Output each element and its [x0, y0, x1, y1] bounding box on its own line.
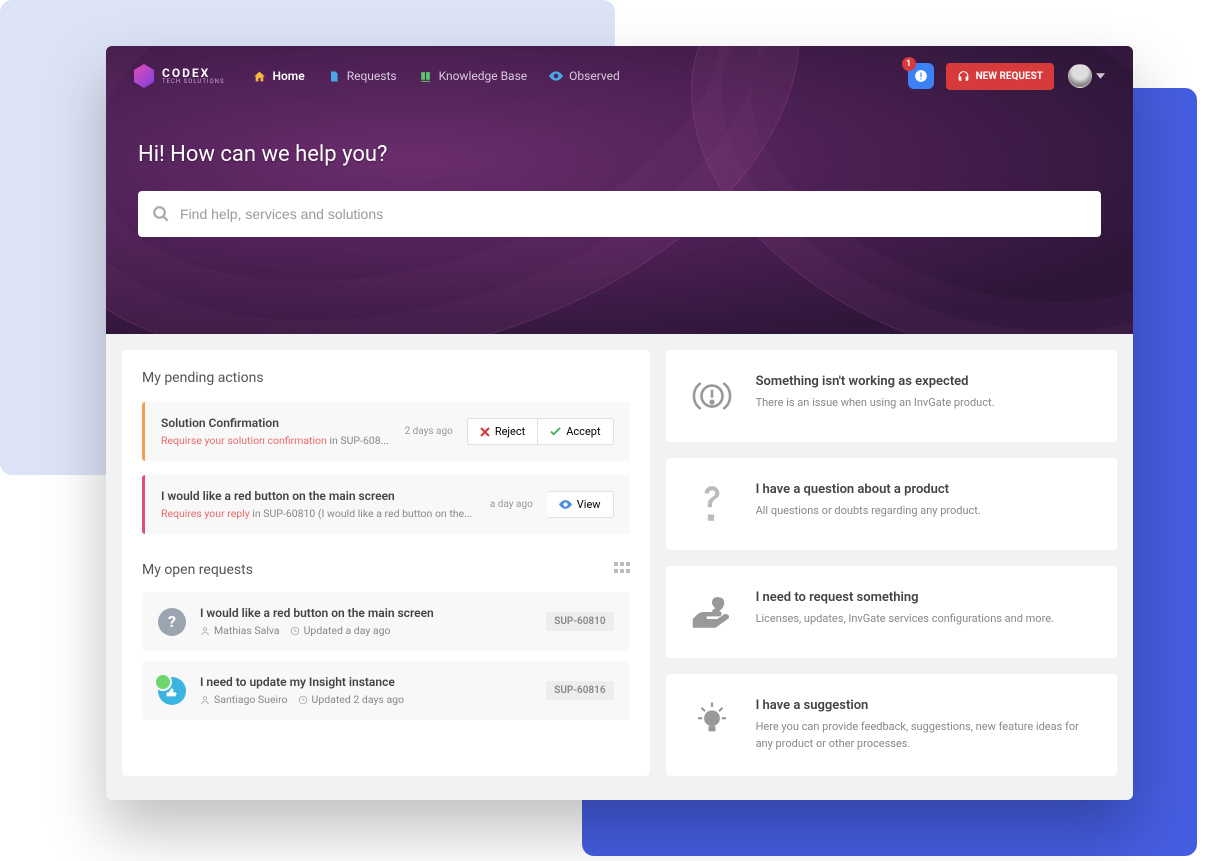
brand-tagline: TECH SOLUTIONS: [162, 79, 225, 85]
nav-kb-label: Knowledge Base: [439, 69, 528, 83]
question-mark-icon: [690, 482, 734, 526]
request-id-badge: SUP-60810: [546, 612, 613, 631]
grid-view-toggle[interactable]: [614, 562, 630, 578]
pending-title: I would like a red button on the main sc…: [161, 489, 476, 503]
hand-icon: [158, 677, 186, 705]
accept-button[interactable]: Accept: [538, 418, 613, 445]
category-title: I have a question about a product: [756, 482, 981, 497]
headset-icon: [957, 70, 970, 83]
left-panel: My pending actions Solution Confirmation…: [122, 350, 650, 776]
warning-icon: [690, 374, 734, 418]
home-icon: [253, 69, 267, 83]
new-request-label: NEW REQUEST: [976, 71, 1043, 82]
search-bar[interactable]: [138, 191, 1101, 237]
request-updated: Updated 2 days ago: [298, 693, 405, 706]
new-request-button[interactable]: NEW REQUEST: [946, 63, 1054, 90]
logo-text: CODEX TECH SOLUTIONS: [162, 67, 225, 85]
request-title: I would like a red button on the main sc…: [200, 606, 532, 620]
hero-banner: CODEX TECH SOLUTIONS Home Requests: [106, 46, 1133, 334]
search-input[interactable]: [180, 206, 1087, 222]
right-panel: Something isn't working as expected Ther…: [666, 350, 1117, 776]
hand-holding-icon: [690, 590, 734, 634]
user-menu[interactable]: [1068, 64, 1105, 88]
category-title: I have a suggestion: [756, 698, 1093, 713]
category-question[interactable]: I have a question about a product All qu…: [666, 458, 1117, 550]
chevron-down-icon: [1096, 73, 1105, 79]
nav-requests-label: Requests: [347, 69, 397, 83]
category-desc: All questions or doubts regarding any pr…: [756, 503, 981, 520]
request-author: Mathias Salva: [200, 624, 280, 637]
request-title: I need to update my Insight instance: [200, 675, 532, 689]
document-icon: [327, 69, 341, 83]
category-desc: Licenses, updates, InvGate services conf…: [756, 611, 1054, 628]
eye-icon: [559, 500, 572, 509]
logo-mark-icon: [134, 64, 154, 88]
alert-icon: [914, 69, 928, 83]
notification-badge: 1: [902, 57, 916, 71]
request-id-badge: SUP-60816: [546, 681, 613, 700]
category-suggestion[interactable]: I have a suggestion Here you can provide…: [666, 674, 1117, 776]
open-section-title: My open requests: [142, 562, 253, 578]
reject-button[interactable]: Reject: [467, 418, 538, 445]
category-issue[interactable]: Something isn't working as expected Ther…: [666, 350, 1117, 442]
user-icon: [200, 695, 210, 705]
app-window: CODEX TECH SOLUTIONS Home Requests: [106, 46, 1133, 800]
clock-icon: [298, 695, 308, 705]
category-title: I need to request something: [756, 590, 1054, 605]
pending-subtitle: Requires your reply in SUP-60810 (I woul…: [161, 507, 476, 520]
user-icon: [200, 626, 210, 636]
category-desc: There is an issue when using an InvGate …: [756, 395, 995, 412]
check-icon: [550, 427, 561, 436]
pending-title: Solution Confirmation: [161, 416, 391, 430]
open-request-card[interactable]: I need to update my Insight instance San…: [142, 661, 630, 720]
avatar: [1068, 64, 1092, 88]
nav-observed[interactable]: Observed: [549, 69, 620, 83]
main-nav: Home Requests Knowledge Base: [253, 69, 620, 83]
book-icon: [419, 69, 433, 83]
pending-subtitle: Requirse your solution confirmation in S…: [161, 434, 391, 447]
category-title: Something isn't working as expected: [756, 374, 995, 389]
category-request[interactable]: I need to request something Licenses, up…: [666, 566, 1117, 658]
view-button[interactable]: View: [547, 491, 614, 518]
nav-observed-label: Observed: [569, 69, 620, 83]
pending-time: 2 days ago: [405, 426, 453, 437]
search-icon: [152, 205, 170, 223]
pending-time: a day ago: [490, 499, 533, 510]
pending-action-card: Solution Confirmation Requirse your solu…: [142, 402, 630, 461]
nav-requests[interactable]: Requests: [327, 69, 397, 83]
open-request-card[interactable]: ? I would like a red button on the main …: [142, 592, 630, 651]
notifications-button[interactable]: 1: [908, 63, 934, 89]
category-desc: Here you can provide feedback, suggestio…: [756, 719, 1093, 752]
pending-action-card: I would like a red button on the main sc…: [142, 475, 630, 534]
question-icon: ?: [158, 608, 186, 636]
brand-logo[interactable]: CODEX TECH SOLUTIONS: [134, 64, 225, 88]
nav-knowledge-base[interactable]: Knowledge Base: [419, 69, 528, 83]
request-updated: Updated a day ago: [290, 624, 391, 637]
x-icon: [480, 427, 490, 437]
nav-home[interactable]: Home: [253, 69, 305, 83]
lightbulb-icon: [690, 698, 734, 742]
nav-home-label: Home: [273, 69, 305, 83]
hero-title: Hi! How can we help you?: [138, 142, 1101, 167]
pending-section-title: My pending actions: [142, 370, 630, 386]
clock-icon: [290, 626, 300, 636]
eye-icon: [549, 69, 563, 83]
topbar: CODEX TECH SOLUTIONS Home Requests: [106, 46, 1133, 106]
request-author: Santiago Sueiro: [200, 693, 288, 706]
